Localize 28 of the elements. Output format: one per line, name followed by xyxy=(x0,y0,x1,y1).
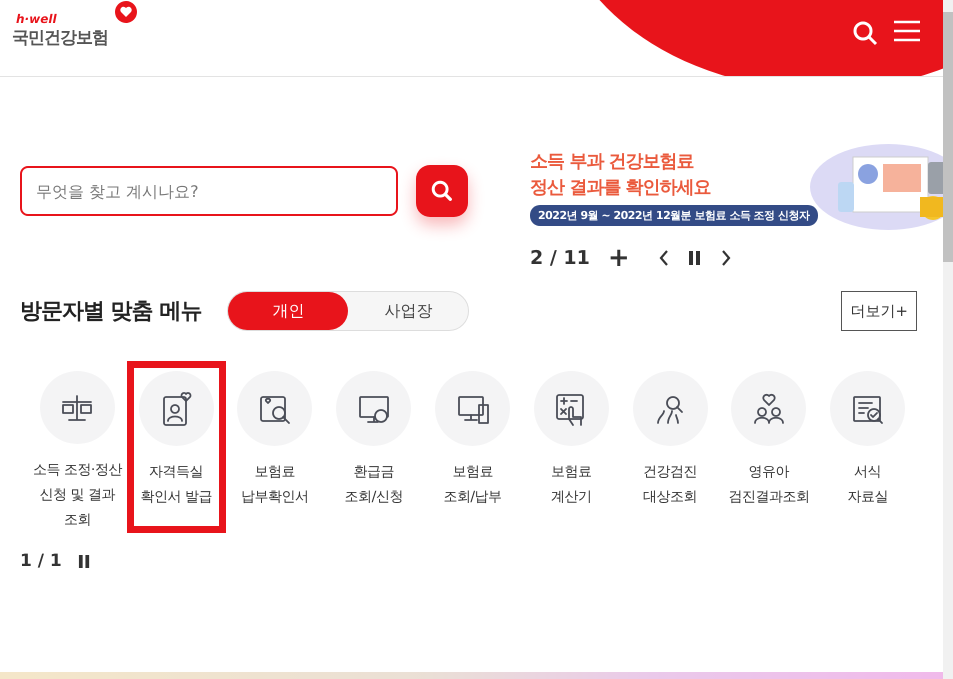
logo-name[interactable]: 국민건강보험 xyxy=(12,26,108,48)
menu-item-label[interactable]: 보험료 납부확인서 xyxy=(241,460,309,510)
search-field[interactable]: 무엇을 찾고 계시나요? xyxy=(20,166,398,216)
banner-pill: 2022년 9월 ~ 2022년 12월분 보험료 소득 조정 신청자 xyxy=(530,204,818,226)
menu-page-counter: 1 / 1 xyxy=(20,551,62,571)
previous-icon[interactable] xyxy=(658,249,670,267)
pause-icon[interactable] xyxy=(78,554,91,568)
menu-item-label[interactable]: 보험료 계산기 xyxy=(551,460,592,510)
menu-item-label[interactable]: 환급금 조회/신청 xyxy=(344,460,403,510)
menu-item-label[interactable]: 서식 자료실 xyxy=(847,460,888,510)
more-button[interactable]: 더보기+ xyxy=(841,291,917,331)
visitor-tab[interactable]: 사업장 xyxy=(348,292,468,330)
search-icon[interactable] xyxy=(852,20,878,46)
logo-tagline: h·well xyxy=(16,12,58,26)
menu-item-label[interactable]: 영유아 검진결과조회 xyxy=(728,460,810,510)
pause-icon[interactable] xyxy=(688,250,702,266)
banner-page-counter: 2 / 11 xyxy=(530,247,590,269)
section-title: 방문자별 맞춤 메뉴 xyxy=(20,298,202,326)
visitor-tab[interactable]: 개인 xyxy=(228,292,348,330)
menu-item-label[interactable]: 보험료 조회/납부 xyxy=(443,460,502,510)
next-icon[interactable] xyxy=(720,249,732,267)
menu-item-label[interactable]: 자격득실 확인서 발급 xyxy=(140,460,212,510)
menu-item-label[interactable]: 건강검진 대상조회 xyxy=(643,460,698,510)
search-icon xyxy=(430,179,454,203)
expand-button[interactable]: + xyxy=(608,245,630,271)
search-button[interactable] xyxy=(416,165,468,217)
menu-icon[interactable] xyxy=(894,20,920,42)
menu-item-label[interactable]: 소득 조정·정산 신청 및 결과 조회 xyxy=(32,458,122,533)
